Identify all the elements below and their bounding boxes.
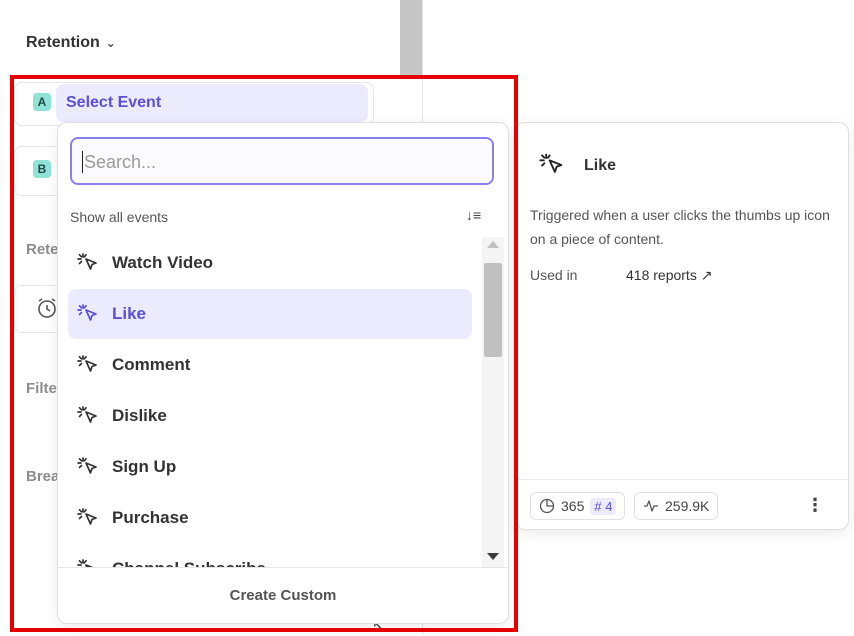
event-item-label: Purchase (112, 508, 189, 527)
create-custom-button[interactable]: Create Custom (58, 567, 508, 623)
reports-stat-pill[interactable]: 365 # 4 (530, 492, 626, 520)
event-item[interactable]: Purchase (68, 493, 472, 543)
event-item[interactable]: Dislike (68, 391, 472, 441)
event-item-label: Dislike (112, 406, 167, 425)
click-icon (539, 153, 563, 173)
click-icon (77, 457, 97, 474)
event-picker-dropdown: Show all events ↓≡ Watch Video Like Commen… (57, 122, 509, 624)
retention-title: Retention (26, 34, 100, 51)
event-item-label: Comment (112, 355, 191, 374)
event-item[interactable]: Watch Video (68, 238, 472, 288)
pie-chart-icon (539, 498, 555, 514)
volume-stat-pill[interactable]: 259.9K (634, 492, 719, 520)
event-item[interactable]: Channel Subscribe (68, 544, 472, 567)
more-options-icon[interactable]: ⋮ (806, 495, 824, 516)
detail-footer (516, 479, 848, 480)
event-item[interactable]: Comment (68, 340, 472, 390)
filters-label: Filte (26, 380, 57, 397)
text-caret (82, 151, 83, 173)
search-box[interactable] (70, 137, 494, 185)
retention-criteria-label: Rete (26, 241, 59, 258)
event-detail-card: Like Triggered when a user clicks the th… (515, 122, 849, 530)
detail-title: Like (584, 157, 617, 174)
event-item-label: Watch Video (112, 253, 214, 272)
click-icon (77, 355, 97, 372)
scroll-up-arrow-icon[interactable] (487, 241, 499, 248)
event-item-label: Sign Up (112, 457, 177, 476)
event-list-scrollbar[interactable] (482, 237, 504, 567)
event-item-label: Channel Subscribe (112, 559, 266, 567)
click-icon (77, 508, 97, 525)
detail-description: Triggered when a user clicks the thumbs … (530, 207, 830, 247)
volume-value: 259.9K (665, 498, 710, 514)
stat-value: 365 (561, 498, 585, 514)
click-icon (77, 304, 97, 321)
click-icon (77, 253, 97, 270)
rank-badge: # 4 (590, 497, 617, 515)
event-item-label: Like (112, 304, 147, 323)
alarm-clock-icon (38, 298, 56, 318)
click-icon (77, 406, 97, 423)
badge-a: A (33, 93, 51, 111)
event-item[interactable]: Like (68, 289, 472, 339)
sort-icon[interactable]: ↓≡ (466, 207, 481, 223)
event-item[interactable]: Sign Up (68, 442, 472, 492)
chevron-down-icon: ⌄ (105, 36, 116, 50)
search-input[interactable] (82, 149, 486, 175)
scroll-down-arrow-icon[interactable] (487, 553, 499, 560)
event-list: Watch Video Like Comment Dislike Sign Up Purc… (68, 237, 478, 567)
used-in-reports-link[interactable]: 418 reports ↗ (626, 267, 712, 284)
select-event-button[interactable]: Select Event (56, 84, 368, 122)
show-all-events-toggle[interactable]: Show all events (70, 209, 168, 225)
activity-icon (644, 500, 658, 512)
used-in-label: Used in (530, 267, 578, 283)
scrollbar-thumb[interactable] (484, 263, 502, 357)
breakdown-label: Brea (26, 468, 60, 485)
badge-b: B (33, 160, 51, 178)
page-scrollbar-thumb[interactable] (400, 0, 422, 78)
retention-dropdown[interactable]: Retention ⌄ (26, 34, 116, 52)
click-icon (77, 559, 94, 567)
